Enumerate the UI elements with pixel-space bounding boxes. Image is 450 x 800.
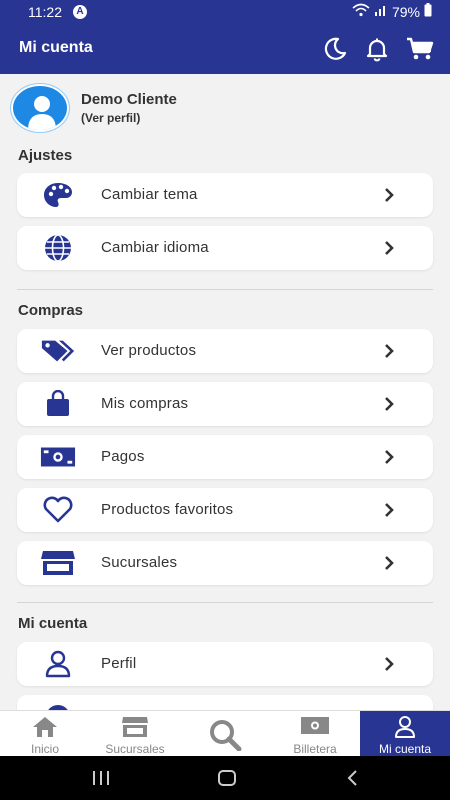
section-title-ajustes: Ajustes <box>18 147 73 164</box>
money-bill-icon <box>270 715 360 739</box>
avatar <box>11 84 69 132</box>
chevron-right-icon <box>383 555 395 571</box>
user-icon <box>360 715 450 739</box>
menu-item-label: Cambiar tema <box>101 186 198 203</box>
nav-label: Mi cuenta <box>378 742 432 756</box>
section-title-mi-cuenta: Mi cuenta <box>18 615 88 632</box>
profile-header[interactable]: Demo Cliente (Ver perfil) <box>11 84 177 132</box>
store-icon <box>40 548 76 578</box>
nav-billetera[interactable]: Billetera <box>270 711 360 757</box>
section-divider <box>17 602 433 603</box>
cart-icon[interactable] <box>406 36 434 62</box>
menu-item-label: Mis compras <box>101 395 189 412</box>
menu-item-label: Perfil <box>101 655 137 672</box>
menu-item-label: Sucursales <box>101 554 178 571</box>
nav-label: Inicio <box>30 742 59 756</box>
chevron-right-icon <box>383 449 395 465</box>
menu-item-label: Productos favoritos <box>101 501 234 518</box>
home-button-icon[interactable] <box>218 770 236 786</box>
section-divider <box>17 289 433 290</box>
chevron-right-icon <box>383 240 395 256</box>
nav-label: Sucursales <box>105 742 165 756</box>
user-icon <box>40 649 76 679</box>
menu-item-cambiar-idioma[interactable]: Cambiar idioma <box>17 226 433 270</box>
chevron-right-icon <box>383 396 395 412</box>
view-profile-link[interactable]: (Ver perfil) <box>81 111 177 125</box>
tags-icon <box>40 336 76 366</box>
page-title: Mi cuenta <box>19 39 93 56</box>
store-icon <box>90 715 180 739</box>
profile-name: Demo Cliente <box>81 91 177 108</box>
notification-badge: A <box>73 5 87 19</box>
menu-item-label: Ver productos <box>101 342 197 359</box>
nav-search[interactable] <box>180 711 270 757</box>
bell-icon[interactable] <box>364 36 390 62</box>
heart-icon <box>40 495 76 525</box>
status-indicators: 79% <box>352 3 432 20</box>
menu-item-sucursales[interactable]: Sucursales <box>17 541 433 585</box>
circle-icon <box>40 702 76 710</box>
palette-icon <box>40 180 76 210</box>
bottom-navigation: Inicio Sucursales Billetera Mi cuenta <box>0 710 450 757</box>
money-bill-icon <box>40 442 76 472</box>
globe-icon <box>40 233 76 263</box>
menu-item-mis-compras[interactable]: Mis compras <box>17 382 433 426</box>
nav-inicio[interactable]: Inicio <box>0 711 90 757</box>
battery-percent: 79% <box>391 3 420 20</box>
nav-mi-cuenta[interactable]: Mi cuenta <box>360 711 450 757</box>
account-menu[interactable]: Demo Cliente (Ver perfil) Ajustes Cambia… <box>0 74 450 710</box>
app-bar: Mi cuenta <box>0 24 450 74</box>
menu-item-perfil[interactable]: Perfil <box>17 642 433 686</box>
menu-item-productos-favoritos[interactable]: Productos favoritos <box>17 488 433 532</box>
shopping-bag-icon <box>40 389 76 419</box>
search-icon <box>180 719 270 751</box>
chevron-right-icon <box>383 656 395 672</box>
menu-item-label: Cambiar idioma <box>101 239 209 256</box>
status-bar: 11:22 A 79% <box>0 0 450 24</box>
home-icon <box>0 715 90 739</box>
back-icon[interactable] <box>346 769 358 792</box>
section-title-compras: Compras <box>18 302 84 319</box>
system-nav-bar <box>0 756 450 800</box>
chevron-right-icon <box>383 502 395 518</box>
chevron-right-icon <box>383 343 395 359</box>
menu-item-pagos[interactable]: Pagos <box>17 435 433 479</box>
wifi-icon <box>352 3 370 20</box>
menu-item-cambiar-tema[interactable]: Cambiar tema <box>17 173 433 217</box>
moon-icon[interactable] <box>322 36 348 62</box>
nav-label: Billetera <box>293 742 337 756</box>
menu-item-partial[interactable] <box>17 695 433 710</box>
signal-icon <box>374 3 388 20</box>
menu-item-ver-productos[interactable]: Ver productos <box>17 329 433 373</box>
chevron-right-icon <box>383 187 395 203</box>
menu-item-label: Pagos <box>101 448 145 465</box>
nav-sucursales[interactable]: Sucursales <box>90 711 180 757</box>
status-time: 11:22 <box>28 4 62 20</box>
battery-icon <box>424 3 432 20</box>
recent-apps-icon[interactable] <box>92 770 110 791</box>
